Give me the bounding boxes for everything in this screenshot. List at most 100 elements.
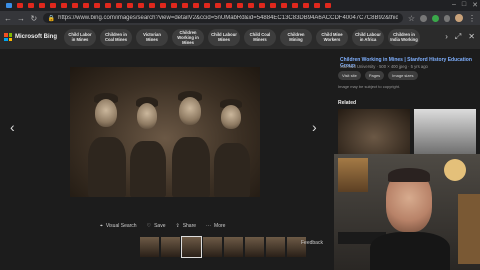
browser-tab[interactable] [312,2,321,9]
filmstrip-thumbnail[interactable] [266,237,285,257]
image-viewer: ‹ › ⌖ Visual Search ♡ Save ⇪ Share ··· More … [0,49,334,270]
search-chip[interactable]: Child Mine Workers [316,28,348,46]
browser-tab[interactable] [70,2,79,9]
browser-tab[interactable] [37,2,46,9]
browser-tab[interactable] [48,2,57,9]
browser-tab[interactable] [26,2,35,9]
browser-tab[interactable] [59,2,68,9]
previous-image-icon[interactable]: ‹ [10,119,15,135]
pages-button[interactable]: Pages [364,71,385,80]
profile-avatar[interactable] [455,14,463,22]
webcam-background [338,158,368,192]
bing-header: Microsoft Bing Child Labor in Mines Chil… [0,25,480,49]
browser-tab[interactable] [279,2,288,9]
search-chip[interactable]: Child Coal Miners [244,28,276,46]
browser-tab[interactable] [158,2,167,9]
save-button[interactable]: ♡ Save [147,223,166,229]
browser-tab[interactable] [268,2,277,9]
expand-icon[interactable]: ⤢ [455,32,461,42]
logo-text: Microsoft Bing [15,34,57,40]
browser-tab[interactable] [169,2,178,9]
next-image-icon[interactable]: › [312,119,317,135]
search-chip[interactable]: Victorian Mines [136,28,168,46]
action-label: Visual Search [105,223,137,229]
feedback-link[interactable]: Feedback [301,240,323,246]
favicon-icon [126,3,133,8]
browser-tab[interactable] [4,2,13,9]
more-button[interactable]: ··· More [206,223,225,229]
close-icon[interactable]: ✕ [468,32,475,42]
search-chip[interactable]: Children in Coal Mines [100,28,132,46]
main-image[interactable] [70,67,260,197]
favicon-icon [291,3,298,8]
share-button[interactable]: ⇪ Share [175,223,196,229]
browser-tab[interactable] [125,2,134,9]
browser-tab[interactable] [81,2,90,9]
search-chip[interactable]: Children Mining [280,28,312,46]
filmstrip-thumbnail[interactable] [161,237,180,257]
panel-buttons: Visit site Pages Image sizes [338,71,418,80]
visual-search-button[interactable]: ⌖ Visual Search [100,223,137,229]
bing-logo[interactable]: Microsoft Bing [4,33,64,41]
tab-strip: – □ ✕ [0,0,480,11]
extension-icon[interactable] [431,14,439,22]
browser-tab[interactable] [103,2,112,9]
webcam-person [370,232,450,270]
favicon-icon [115,3,122,8]
search-chip[interactable]: Children in India Working [388,28,420,46]
related-image[interactable] [338,109,410,156]
browser-tab[interactable] [202,2,211,9]
url-input[interactable]: 🔒 https://www.bing.com/images/search?vie… [42,13,403,23]
browser-tab[interactable] [147,2,156,9]
browser-tab[interactable] [224,2,233,9]
favicon-icon [49,3,56,8]
browser-tab[interactable] [92,2,101,9]
browser-tab[interactable] [257,2,266,9]
filmstrip-thumbnail[interactable] [224,237,243,257]
search-chip[interactable]: Children Working in Mines [172,28,204,46]
filmstrip-thumbnail[interactable] [181,236,202,258]
browser-tab[interactable] [213,2,222,9]
favicon-icon [38,3,45,8]
filmstrip-thumbnail[interactable] [203,237,222,257]
search-chip[interactable]: Child Labour in Africa [352,28,384,46]
related-image[interactable] [414,109,476,156]
maximize-icon[interactable]: □ [462,1,466,9]
photo-figure [95,99,117,127]
filmstrip-thumbnail[interactable] [140,237,159,257]
browser-tab[interactable] [290,2,299,9]
extension-icon[interactable] [420,14,427,22]
forward-icon[interactable]: → [17,14,25,23]
reload-icon[interactable]: ↻ [30,14,38,23]
favicon-icon [313,3,320,8]
search-chip[interactable]: Child Labor in Mines [64,28,96,46]
browser-tab[interactable] [235,2,244,9]
favicon-icon [27,3,34,8]
action-label: More [214,223,226,229]
chevron-right-icon[interactable]: › [445,32,448,42]
photo-figure [172,137,210,197]
browser-tab[interactable] [114,2,123,9]
filmstrip-thumbnail[interactable] [245,237,264,257]
bookmark-star-icon[interactable]: ☆ [408,14,416,23]
back-icon[interactable]: ← [4,14,12,23]
image-sizes-button[interactable]: Image sizes [388,71,418,80]
browser-tab[interactable] [15,2,24,9]
browser-tab[interactable] [323,2,332,9]
browser-tab[interactable] [246,2,255,9]
browser-tab[interactable] [191,2,200,9]
browser-tab[interactable] [136,2,145,9]
menu-icon[interactable]: ⋮ [468,14,476,23]
browser-tab[interactable] [180,2,189,9]
extension-icon[interactable] [443,14,451,22]
image-actions: ⌖ Visual Search ♡ Save ⇪ Share ··· More [100,223,225,229]
related-heading: Related [338,100,357,106]
more-icon: ··· [206,223,212,229]
favicon-icon [181,3,188,8]
browser-tab[interactable] [301,2,310,9]
search-chip[interactable]: Child Labour Mines [208,28,240,46]
close-icon[interactable]: ✕ [472,1,478,9]
minimize-icon[interactable]: – [452,1,456,9]
visit-site-button[interactable]: Visit site [338,71,361,80]
favicon-icon [159,3,166,8]
